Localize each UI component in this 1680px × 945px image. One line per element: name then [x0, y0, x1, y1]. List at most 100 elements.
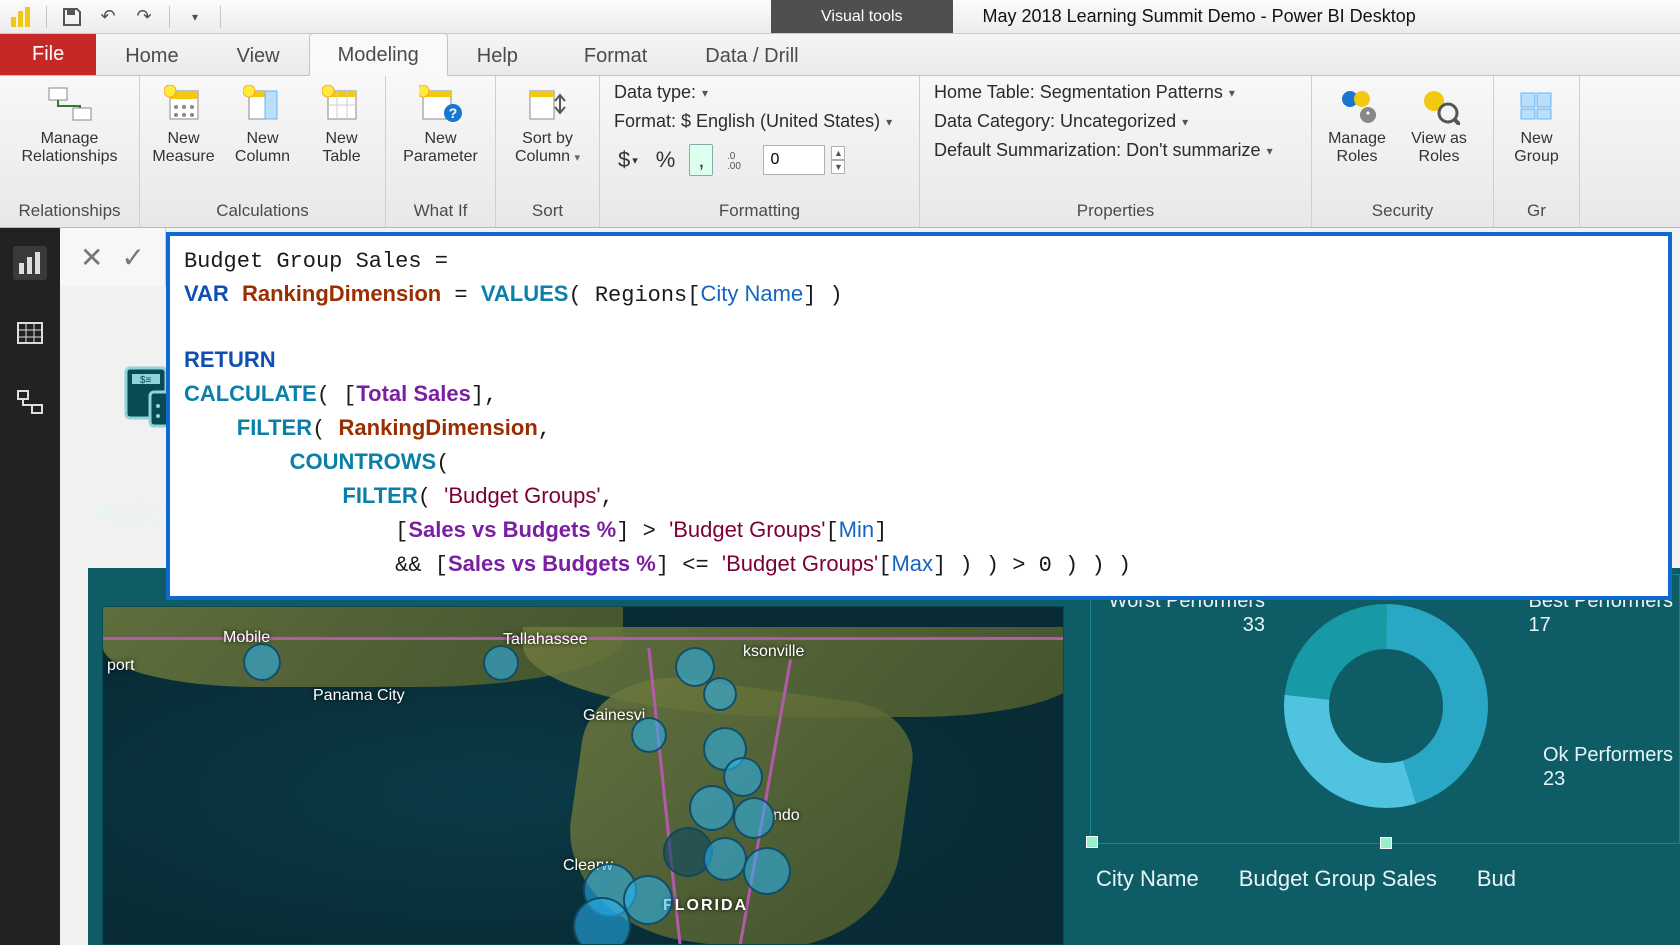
formula-editor[interactable]: Budget Group Sales = VAR RankingDimensio…: [166, 232, 1672, 600]
table-col-budget: Bud: [1477, 866, 1516, 892]
quick-access-toolbar: ↶ ↷ ▾: [0, 6, 231, 28]
groups-icon: [1514, 82, 1560, 128]
manage-relationships-button[interactable]: Manage Relationships: [8, 80, 131, 166]
formula-cancel-icon[interactable]: ✕: [80, 241, 103, 274]
spinner-down-icon[interactable]: ▼: [831, 160, 845, 174]
decimal-places-input[interactable]: 0: [763, 145, 825, 175]
table-visual-header[interactable]: City Name Budget Group Sales Bud: [1090, 856, 1680, 892]
manage-roles-icon: [1334, 82, 1380, 128]
new-group-button[interactable]: New Group: [1502, 80, 1571, 166]
new-parameter-button[interactable]: ? New Parameter: [394, 80, 487, 166]
percent-format-button[interactable]: %: [652, 147, 680, 173]
manage-roles-button[interactable]: Manage Roles: [1320, 80, 1394, 166]
tab-view[interactable]: View: [208, 34, 309, 76]
new-measure-button[interactable]: New Measure: [148, 80, 219, 166]
manage-roles-label: Manage Roles: [1328, 130, 1386, 166]
spinner-up-icon[interactable]: ▲: [831, 146, 845, 160]
report-view-icon[interactable]: [13, 246, 47, 280]
city-label: Tallahassee: [503, 631, 588, 649]
tab-file[interactable]: File: [0, 34, 96, 75]
group-groups-label: Gr: [1502, 199, 1571, 225]
donut-label-ok: Ok Performers: [1543, 744, 1673, 766]
data-category-dropdown[interactable]: Data Category: Uncategorized ▾: [934, 111, 1297, 132]
view-switcher-rail: [0, 228, 60, 945]
group-security: Manage Roles View as Roles Security: [1312, 76, 1494, 227]
report-body: Best Performers Ok Performers Worst Perf…: [88, 568, 1680, 945]
tab-home[interactable]: Home: [96, 34, 207, 76]
format-dropdown[interactable]: Format: $ English (United States) ▾: [614, 111, 905, 132]
city-label: port: [107, 657, 135, 675]
donut-value-ok: 23: [1543, 768, 1565, 790]
formula-controls: ✕ ✓: [60, 228, 166, 286]
group-sort-label: Sort: [504, 199, 591, 225]
sort-by-column-button[interactable]: Sort by Column ▾: [504, 80, 591, 167]
map-visual[interactable]: Mobile port Tallahassee ksonville Panama…: [102, 606, 1064, 945]
chevron-down-icon: ▾: [1182, 115, 1188, 129]
thousands-separator-button[interactable]: ,: [689, 144, 713, 176]
table-icon: [319, 82, 365, 128]
tab-help[interactable]: Help: [448, 34, 547, 76]
contextual-tab-label: Visual tools: [771, 0, 953, 33]
table-col-city: City Name: [1096, 866, 1199, 892]
svg-text:.00: .00: [727, 161, 741, 171]
group-calculations-label: Calculations: [148, 199, 377, 225]
group-properties: Home Table: Segmentation Patterns ▾ Data…: [920, 76, 1312, 227]
view-roles-icon: [1416, 82, 1462, 128]
donut-value-worst: 33: [1243, 614, 1265, 636]
new-table-button[interactable]: New Table: [306, 80, 377, 166]
chevron-down-icon: ▾: [575, 152, 581, 164]
home-table-dropdown[interactable]: Home Table: Segmentation Patterns ▾: [934, 82, 1297, 103]
decimal-spinner[interactable]: ▲▼: [831, 146, 845, 174]
save-icon[interactable]: [61, 6, 83, 28]
table-col-sales: Budget Group Sales: [1239, 866, 1437, 892]
tab-format[interactable]: Format: [555, 34, 676, 76]
group-relationships-label: Relationships: [8, 199, 131, 225]
parameter-icon: ?: [418, 82, 464, 128]
tab-modeling[interactable]: Modeling: [309, 33, 448, 76]
data-view-icon[interactable]: [13, 316, 47, 350]
formula-accept-icon[interactable]: ✓: [121, 241, 144, 274]
new-column-button[interactable]: New Column: [227, 80, 298, 166]
sort-by-column-label: Sort by Column ▾: [515, 130, 580, 167]
default-summarization-dropdown[interactable]: Default Summarization: Don't summarize ▾: [934, 140, 1297, 161]
new-parameter-label: New Parameter: [403, 130, 478, 166]
group-security-label: Security: [1320, 199, 1485, 225]
currency-format-button[interactable]: $ ▾: [614, 147, 642, 173]
chevron-down-icon: ▾: [886, 115, 892, 129]
app-icon: [10, 6, 32, 28]
relationships-icon: [47, 82, 93, 128]
title-bar: ↶ ↷ ▾ Visual tools May 2018 Learning Sum…: [0, 0, 1680, 34]
sort-icon: [525, 82, 571, 128]
city-label: ndo: [773, 807, 800, 825]
group-calculations: New Measure New Column New Table Calcula…: [140, 76, 386, 227]
qat-dropdown-icon[interactable]: ▾: [184, 6, 206, 28]
undo-icon[interactable]: ↶: [97, 6, 119, 28]
group-sort: Sort by Column ▾ Sort: [496, 76, 600, 227]
data-type-dropdown[interactable]: Data type: ▾: [614, 82, 905, 103]
donut-visual[interactable]: Worst Performers 33 Best Performers 17 O…: [1090, 574, 1680, 844]
group-formatting-label: Formatting: [614, 199, 905, 225]
tab-data-drill[interactable]: Data / Drill: [676, 34, 827, 76]
new-measure-label: New Measure: [152, 130, 214, 166]
formula-bar-row: ✕ ✓ Budget Group Sales = VAR RankingDime…: [60, 228, 1680, 608]
ribbon: Manage Relationships Relationships New M…: [0, 76, 1680, 228]
group-groups: New Group Gr: [1494, 76, 1580, 227]
donut-chart-icon: [1281, 601, 1491, 811]
model-view-icon[interactable]: [13, 386, 47, 420]
state-label: FLORIDA: [663, 897, 748, 915]
manage-relationships-label: Manage Relationships: [21, 130, 117, 166]
group-properties-label: Properties: [934, 199, 1297, 225]
view-as-roles-button[interactable]: View as Roles: [1402, 80, 1476, 166]
donut-value-best: 17: [1529, 614, 1551, 636]
column-icon: [240, 82, 286, 128]
view-as-roles-label: View as Roles: [1411, 130, 1467, 166]
chevron-down-icon: ▾: [1267, 144, 1273, 158]
chevron-down-icon: ▾: [1229, 86, 1235, 100]
group-whatif-label: What If: [394, 199, 487, 225]
group-relationships: Manage Relationships Relationships: [0, 76, 140, 227]
measure-icon: [161, 82, 207, 128]
redo-icon[interactable]: ↷: [133, 6, 155, 28]
svg-text:?: ?: [448, 105, 457, 121]
format-tools-row: $ ▾ % , .0.00 0 ▲▼: [614, 144, 905, 176]
city-label: Panama City: [313, 687, 405, 705]
